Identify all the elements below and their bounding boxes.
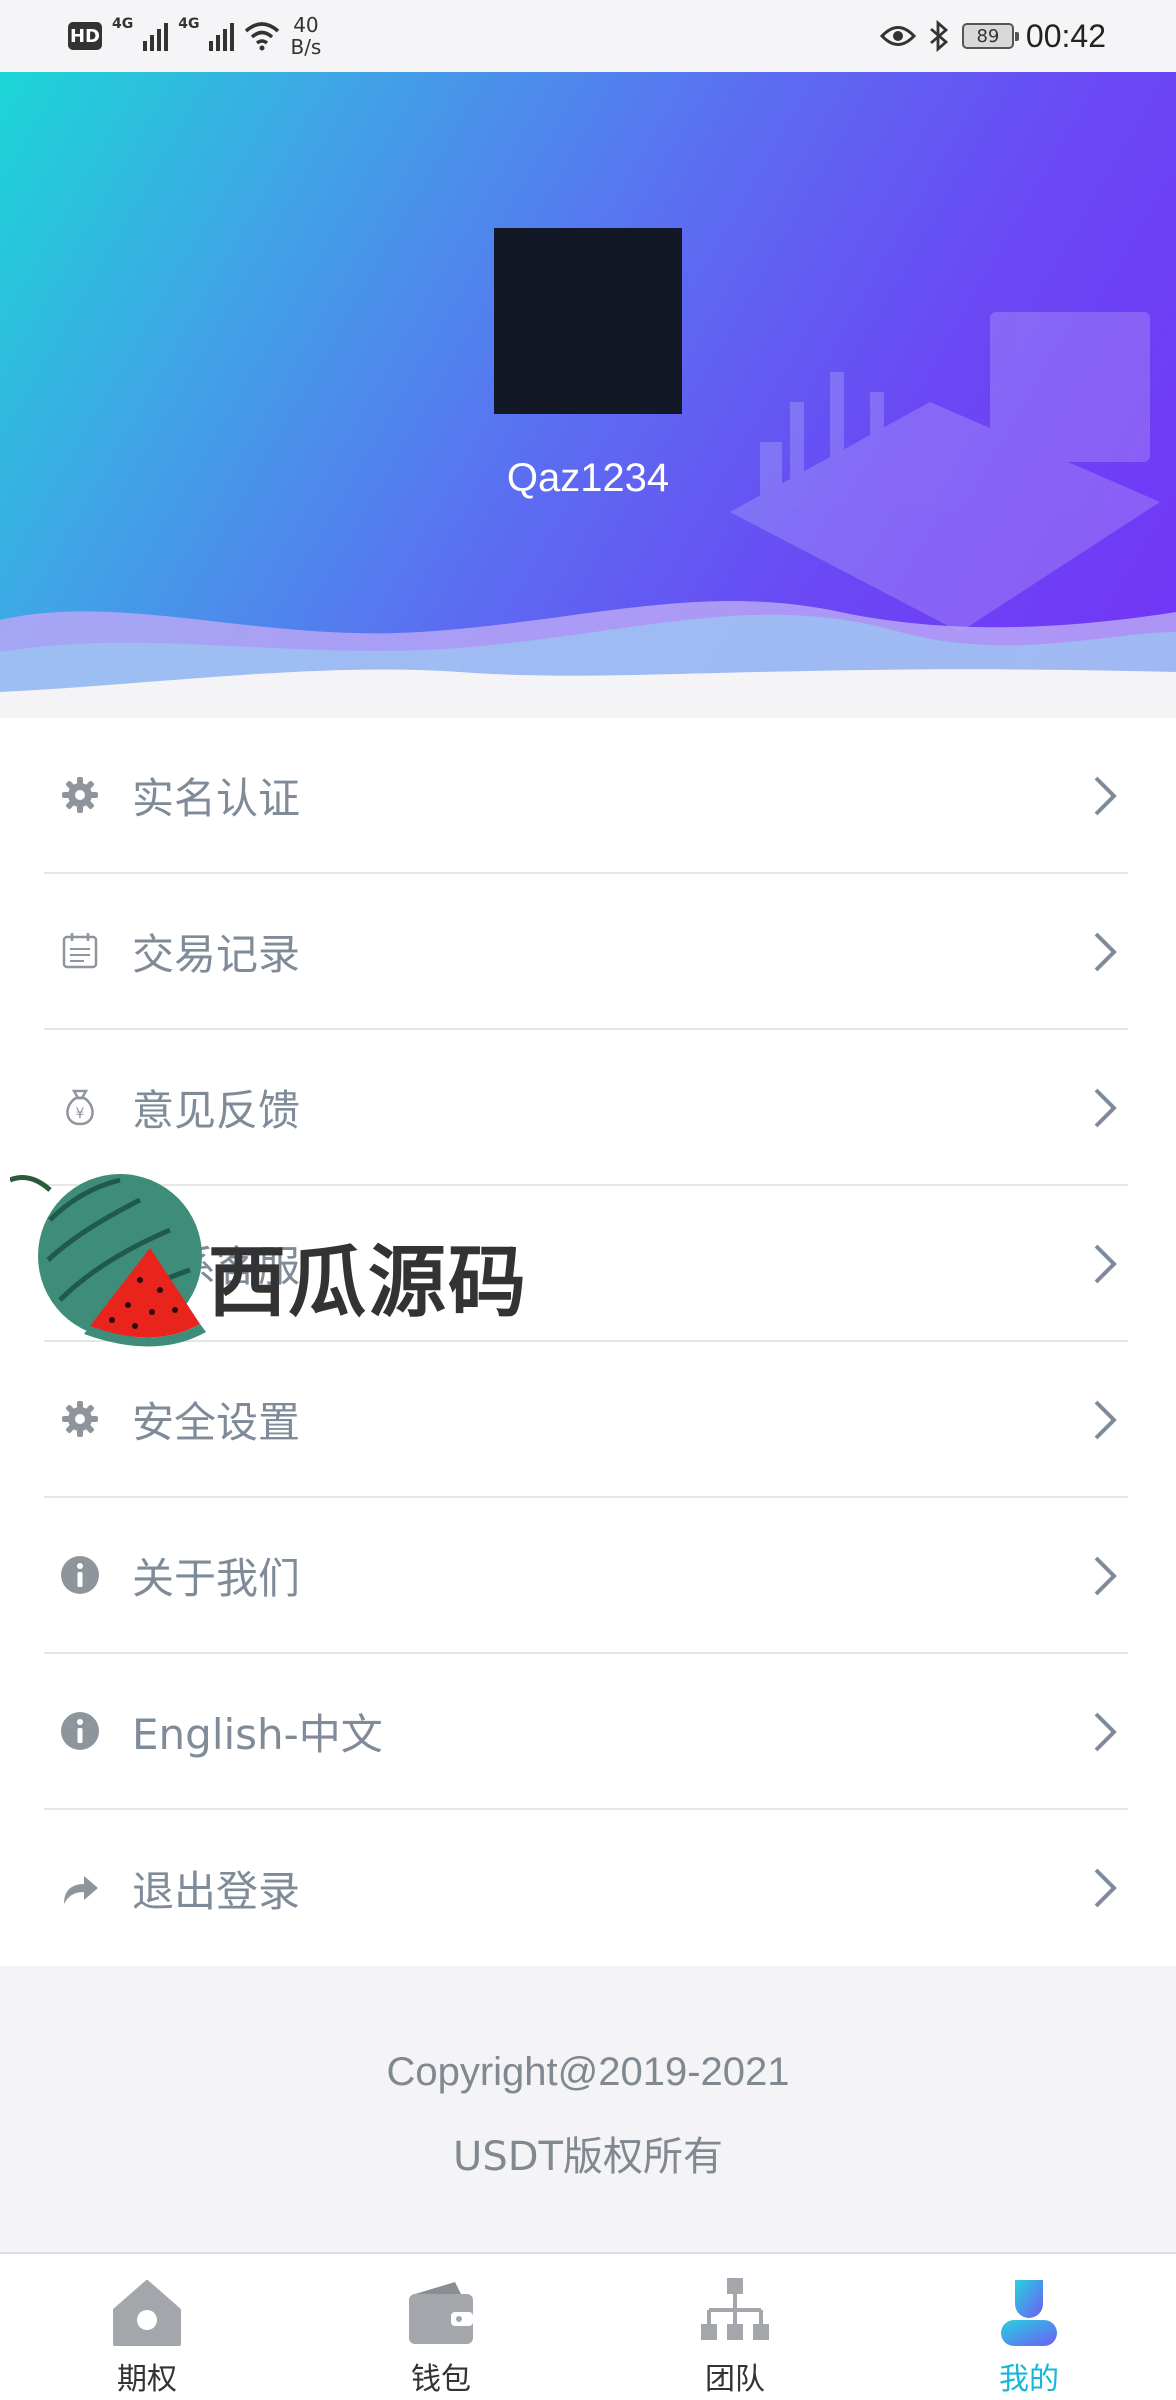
menu-item-label: 关于我们: [132, 1553, 301, 1603]
tab-label: 团队: [705, 2362, 765, 2397]
menu-item-transaction-records[interactable]: 交易记录: [44, 874, 1128, 1030]
wallet-icon: [409, 2282, 473, 2344]
network-type: 4G: [112, 16, 134, 32]
bluetooth-icon: [930, 20, 949, 52]
chevron-right-icon: [1094, 932, 1117, 972]
menu-item-real-name-verification[interactable]: 实名认证: [44, 718, 1128, 874]
menu-item-security-settings[interactable]: 安全设置: [44, 1342, 1128, 1498]
speed-unit: B/s: [290, 35, 322, 59]
network-type-2: 4G: [178, 16, 200, 32]
info-icon: [58, 1709, 102, 1753]
calendar-icon: [58, 929, 102, 973]
svg-text:¥: ¥: [76, 1106, 85, 1122]
username: Qaz1234: [506, 456, 670, 500]
speed-value: 40: [293, 13, 319, 37]
chevron-right-icon: [1094, 1400, 1117, 1440]
chevron-right-icon: [1094, 1556, 1117, 1596]
menu-item-label: English-中文: [132, 1709, 383, 1759]
clock: 00:42: [1025, 17, 1106, 54]
user-icon: [1001, 2280, 1057, 2346]
wifi-icon: [245, 22, 280, 51]
tab-label: 我的: [999, 2362, 1059, 2397]
avatar[interactable]: [494, 228, 682, 414]
share-arrow-icon: [58, 1866, 102, 1910]
status-right: 89 00:42: [879, 10, 1106, 62]
profile-header: Qaz1234: [0, 72, 1176, 720]
copyright-text: Copyright@2019-2021: [386, 2050, 790, 2094]
eye-icon: [879, 26, 916, 46]
status-left: HD 4G 4G 40 B/s: [68, 10, 321, 62]
menu-item-label: 安全设置: [132, 1397, 301, 1447]
menu-item-about-us[interactable]: 关于我们: [44, 1498, 1128, 1654]
menu-item-label: 意见反馈: [132, 1085, 301, 1135]
chevron-right-icon: [1094, 1088, 1117, 1128]
watermark-text: 西瓜源码: [208, 1238, 529, 1328]
menu-item-language[interactable]: English-中文: [44, 1654, 1128, 1810]
menu-item-label: 退出登录: [132, 1866, 301, 1916]
battery-icon: 89: [961, 23, 1019, 49]
org-chart-icon: [701, 2278, 769, 2340]
chevron-right-icon: [1094, 776, 1117, 816]
bottom-tab-bar: 期权 钱包 团队 我的: [0, 2252, 1176, 2400]
tab-wallet[interactable]: 钱包: [294, 2254, 588, 2400]
gear-icon: [58, 1397, 102, 1441]
status-bar: HD 4G 4G 40 B/s 89 00:42: [0, 0, 1176, 72]
chevron-right-icon: [1094, 1244, 1117, 1284]
tab-label: 期权: [117, 2362, 177, 2397]
tab-mine[interactable]: 我的: [882, 2254, 1176, 2400]
menu-item-label: 交易记录: [132, 929, 301, 979]
signal-icon: [209, 21, 235, 51]
info-icon: [58, 1553, 102, 1597]
network-speed: 40 B/s: [290, 14, 321, 58]
gear-icon: [58, 773, 102, 817]
menu-item-label: 实名认证: [132, 773, 301, 823]
chevron-right-icon: [1094, 1868, 1117, 1908]
menu-item-logout[interactable]: 退出登录: [44, 1810, 1128, 1966]
hd-icon: HD: [68, 22, 102, 50]
chevron-right-icon: [1094, 1712, 1117, 1752]
rights-text: USDT版权所有: [453, 2134, 723, 2180]
signal-icon: [143, 21, 169, 51]
home-icon: [113, 2280, 181, 2346]
tab-label: 钱包: [411, 2362, 471, 2397]
tab-options[interactable]: 期权: [0, 2254, 294, 2400]
money-bag-icon: ¥: [58, 1085, 102, 1129]
tab-team[interactable]: 团队: [588, 2254, 882, 2400]
